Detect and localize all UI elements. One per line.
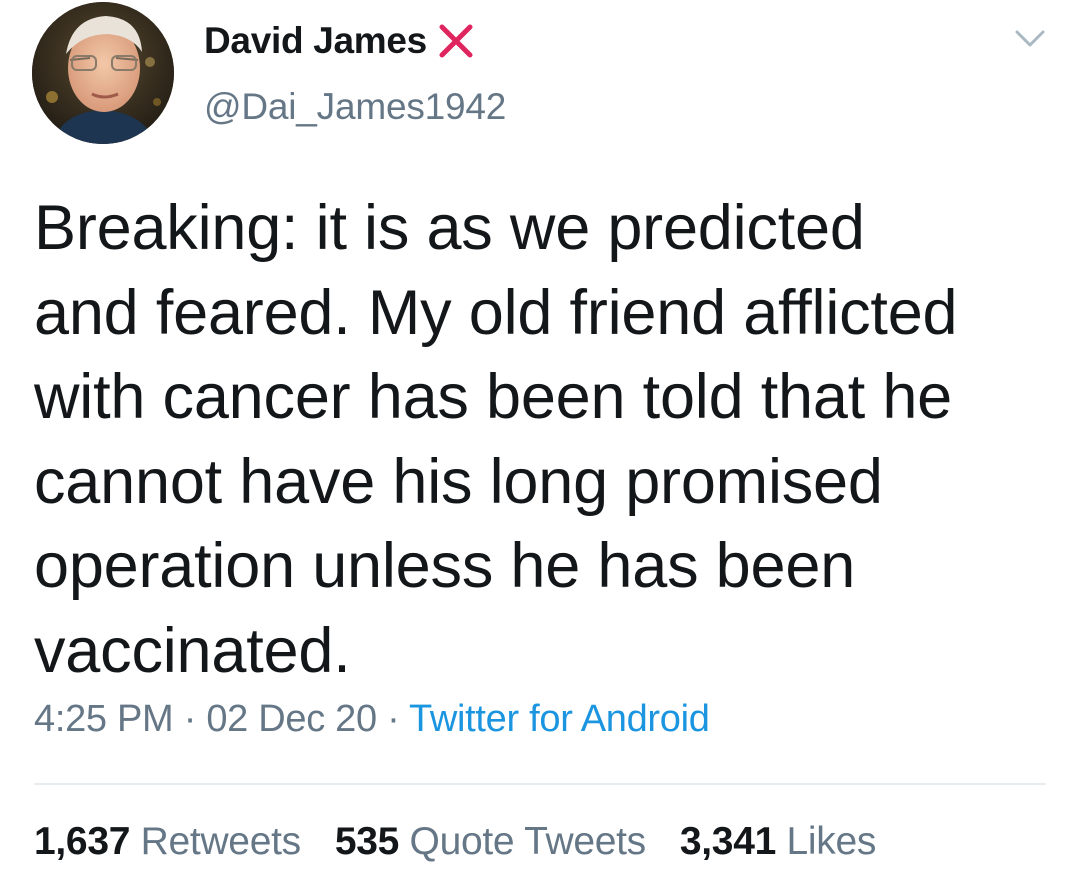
red-x-icon	[437, 22, 475, 60]
tweet-meta: 4:25 PM · 02 Dec 20 · Twitter for Androi…	[34, 698, 710, 741]
tweet-stats: 1,637 Retweets 535 Quote Tweets 3,341 Li…	[34, 820, 910, 864]
tweet-text: Breaking: it is as we predicted and fear…	[34, 193, 958, 686]
meta-separator: ·	[387, 698, 400, 740]
meta-separator: ·	[183, 698, 197, 740]
likes-stat[interactable]: 3,341 Likes	[679, 820, 877, 864]
avatar-photo	[32, 2, 174, 144]
likes-label: Likes	[786, 820, 877, 863]
display-name[interactable]: David James	[204, 20, 427, 62]
retweets-count: 1,637	[34, 820, 131, 863]
divider	[34, 783, 1046, 785]
tweet-time[interactable]: 4:25 PM	[34, 698, 174, 740]
retweets-stat[interactable]: 1,637 Retweets	[34, 820, 301, 864]
quote-tweets-label: Quote Tweets	[409, 820, 647, 863]
tweet-source-link[interactable]: Twitter for Android	[409, 698, 710, 740]
avatar[interactable]	[32, 2, 174, 144]
retweets-label: Retweets	[140, 820, 301, 863]
likes-count: 3,341	[679, 820, 776, 863]
user-handle[interactable]: @Dai_James1942	[204, 86, 506, 128]
user-name-row[interactable]: David James	[204, 16, 475, 66]
chevron-down-icon[interactable]	[1014, 28, 1046, 50]
tweet-card: David James @Dai_James1942 Breaking: it …	[0, 0, 1080, 879]
tweet-date[interactable]: 02 Dec 20	[206, 698, 377, 740]
quote-tweets-stat[interactable]: 535 Quote Tweets	[335, 820, 646, 864]
quote-tweets-count: 535	[334, 820, 399, 863]
